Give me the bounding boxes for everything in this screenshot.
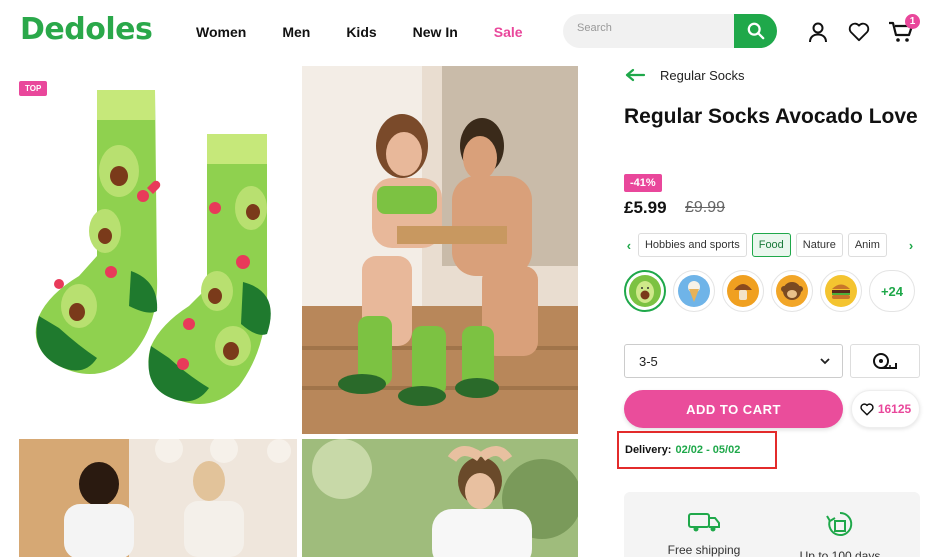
wishlist-count: 16125 [877,402,912,416]
account-button[interactable] [806,20,830,44]
chevron-down-icon [820,358,830,365]
delivery-label: Delivery: [625,444,672,456]
size-select[interactable]: 3-5 [624,344,843,378]
free-shipping-truck-icon [688,513,720,532]
product-title: Regular Socks Avocado Love [624,105,918,128]
cart-count-badge: 1 [905,14,920,29]
chip-hobbies-and-sports[interactable]: Hobbies and sports [637,233,747,257]
socks-illustration [35,90,271,404]
monkey-icon [776,275,808,307]
benefit-free-shipping: Free shipping [644,510,764,557]
product-image-couple[interactable] [302,66,578,434]
nav-sale[interactable]: Sale [494,24,523,40]
mushroom-icon [727,275,759,307]
benefit-returns-label: Up to 100 days [799,549,881,557]
search-button[interactable] [734,14,777,48]
woman-photo [302,439,578,557]
delivery-dates: 02/02 - 05/02 [675,444,741,456]
chips-prev-button[interactable]: ‹ [620,238,638,253]
breadcrumb[interactable]: Regular Socks [624,67,745,83]
back-arrow-icon [625,68,646,82]
benefit-returns: Up to 100 days [780,510,900,557]
nav-new-in[interactable]: New In [413,24,458,40]
chips-next-button[interactable]: › [902,238,920,253]
product-image-socks[interactable]: TOP [19,66,297,434]
add-to-cart-button[interactable]: ADD TO CART [624,390,843,428]
wishlist-button[interactable]: 16125 [851,390,920,428]
nav-kids[interactable]: Kids [346,24,376,40]
search-input[interactable] [577,22,727,34]
swatch-ice-cream[interactable] [673,270,715,312]
swatch-avocado[interactable] [624,270,666,312]
top-badge: TOP [19,81,48,96]
chip-food[interactable]: Food [751,233,791,257]
search-icon [747,22,764,40]
avocado-icon [629,275,661,307]
kitchen-photo [19,439,297,557]
old-price: £9.99 [685,199,726,216]
design-swatches: +24 [624,270,915,312]
chip-nature[interactable]: Nature [795,233,843,257]
main-nav: Women Men Kids New In Sale [196,24,559,40]
chip-animals[interactable]: Anim [847,233,887,257]
breadcrumb-label: Regular Socks [660,67,745,83]
wishlist-header-button[interactable] [847,20,871,44]
current-price: £5.99 [624,198,667,217]
return-package-icon [826,511,853,536]
benefits-box: Free shipping Up to 100 days [624,492,920,557]
more-designs-button[interactable]: +24 [869,270,915,312]
couple-photo [302,66,578,434]
heart-icon [848,22,870,42]
heart-icon [860,402,874,415]
swatch-monkey[interactable] [771,270,813,312]
nav-men[interactable]: Men [282,24,310,40]
swatch-burger[interactable] [820,270,862,312]
chips-track: Hobbies and sports Food Nature Anim [637,233,902,257]
measuring-tape-icon [873,353,897,369]
delivery-estimate: Delivery: 02/02 - 05/02 [617,431,777,469]
product-image-woman[interactable] [302,439,578,557]
size-guide-button[interactable] [850,344,920,378]
swatch-mushroom[interactable] [722,270,764,312]
dedoles-logo[interactable]: Dedoles [20,12,153,47]
user-icon [809,22,827,43]
burger-icon [825,275,857,307]
size-select-value: 3-5 [639,353,658,369]
product-image-kitchen[interactable] [19,439,297,557]
ice-cream-icon [678,275,710,307]
nav-women[interactable]: Women [196,24,246,40]
site-header: Dedoles Women Men Kids New In Sale 1 [0,0,950,66]
benefit-free-shipping-label: Free shipping [667,543,741,557]
discount-badge: -41% [624,174,662,192]
category-chips: ‹ Hobbies and sports Food Nature Anim › [620,232,920,258]
